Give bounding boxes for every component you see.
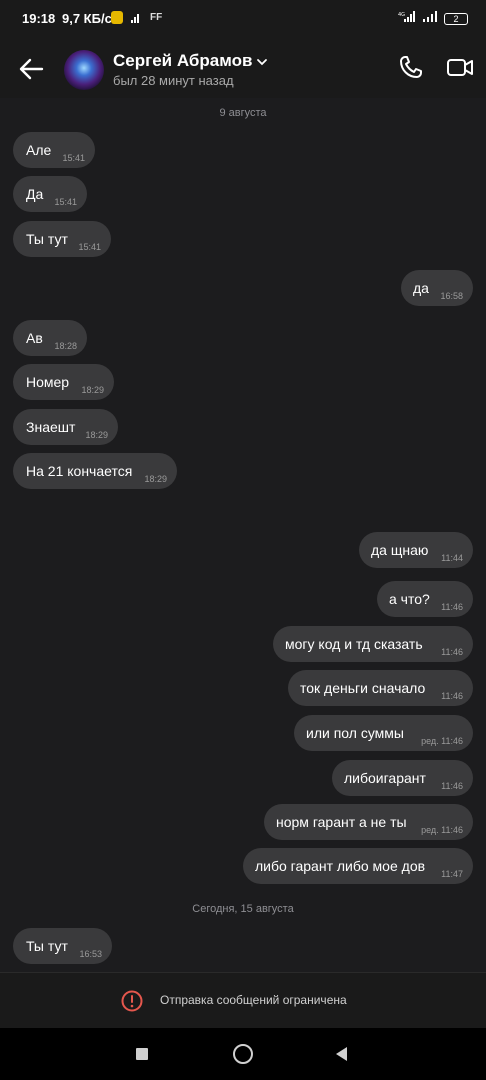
message-time: 11:46 [441, 691, 463, 701]
message-text: норм гарант а не ты [276, 814, 407, 830]
message-text: да [413, 280, 429, 296]
message-bubble-outgoing[interactable]: либоигарант 11:46 [332, 760, 473, 796]
notification-icon [111, 11, 123, 24]
message-time: 18:28 [54, 341, 77, 351]
message-bubble-incoming[interactable]: Але 15:41 [13, 132, 95, 168]
message-bubble-outgoing[interactable]: а что? 11:46 [377, 581, 473, 617]
message-bubble-incoming[interactable]: Номер 18:29 [13, 364, 114, 400]
avatar[interactable] [64, 50, 104, 90]
message-text: Ты тут [26, 231, 68, 247]
message-bubble-outgoing[interactable]: могу код и тд сказать 11:46 [273, 626, 473, 662]
message-bubble-outgoing[interactable]: да щнаю 11:44 [359, 532, 473, 568]
signal-icon-2 [422, 10, 438, 28]
message-text: Ты тут [26, 938, 68, 954]
phone-icon[interactable] [398, 54, 424, 80]
message-bubble-outgoing[interactable]: да 16:58 [401, 270, 473, 306]
system-nav-bar [0, 1028, 486, 1080]
messaging-restricted-bar: Отправка сообщений ограничена [0, 972, 486, 1029]
svg-text:4G: 4G [398, 12, 405, 18]
message-text: могу код и тд сказать [285, 636, 423, 652]
signal-small-icon [130, 11, 142, 29]
message-bubble-incoming[interactable]: Ты тут 15:41 [13, 221, 111, 257]
message-bubble-incoming[interactable]: Да 15:41 [13, 176, 87, 212]
message-time: 18:29 [144, 474, 167, 484]
message-text: да щнаю [371, 542, 429, 558]
date-separator: Сегодня, 15 августа [192, 903, 294, 915]
message-time: 11:46 [441, 781, 463, 791]
message-time: 11:44 [441, 553, 463, 563]
message-text: либоигарант [344, 770, 426, 786]
message-time: 15:41 [62, 153, 85, 163]
message-time: 11:46 [441, 602, 463, 612]
back-button[interactable] [336, 1047, 347, 1061]
contact-name[interactable]: Сергей Абрамов [113, 51, 252, 71]
recent-apps-button[interactable] [136, 1048, 148, 1060]
home-button[interactable] [233, 1044, 253, 1064]
date-separator: 9 августа [219, 107, 267, 119]
video-call-icon[interactable] [446, 54, 474, 80]
message-bubble-incoming[interactable]: Знаешт 18:29 [13, 409, 118, 445]
message-time: ред. 11:46 [421, 825, 463, 835]
restriction-message: Отправка сообщений ограничена [160, 993, 347, 1007]
message-text: или пол суммы [306, 725, 404, 741]
message-text: Ав [26, 330, 43, 346]
message-list[interactable]: 9 августа Але 15:41 Да 15:41 Ты тут 15:4… [0, 98, 486, 972]
message-text: ток деньги сначало [300, 680, 426, 696]
message-text: либо гарант либо мое дов [255, 858, 426, 874]
message-text: Номер [26, 374, 70, 390]
message-time: 11:47 [441, 869, 463, 879]
message-bubble-incoming[interactable]: Ав 18:28 [13, 320, 87, 356]
back-arrow-icon[interactable] [18, 56, 44, 82]
message-text: а что? [389, 591, 430, 607]
message-text: Знаешт [26, 419, 76, 435]
signal-icon: 4G [398, 10, 416, 28]
battery-icon: 2 [444, 13, 468, 25]
network-speed: 9,7 КБ/с [62, 11, 112, 26]
chevron-down-icon[interactable] [256, 56, 268, 68]
message-bubble-outgoing[interactable]: ток деньги сначало 11:46 [288, 670, 473, 706]
message-time: 18:29 [85, 430, 108, 440]
message-text: Але [26, 142, 52, 158]
message-time: 11:46 [441, 647, 463, 657]
message-time: 15:41 [54, 197, 77, 207]
status-time: 19:18 [22, 11, 56, 26]
ff-indicator: FF [150, 12, 163, 23]
message-text: На 21 кончается [26, 463, 133, 479]
message-time: 18:29 [81, 385, 104, 395]
message-time: 16:58 [440, 291, 463, 301]
message-bubble-incoming[interactable]: На 21 кончается 18:29 [13, 453, 177, 489]
message-time: ред. 11:46 [421, 736, 463, 746]
message-text: Да [26, 186, 44, 202]
message-bubble-outgoing[interactable]: норм гарант а не ты ред. 11:46 [264, 804, 473, 840]
message-bubble-incoming[interactable]: Ты тут 16:53 [13, 928, 112, 964]
warning-icon [121, 990, 143, 1012]
message-bubble-outgoing[interactable]: или пол суммы ред. 11:46 [294, 715, 473, 751]
last-seen-status: был 28 минут назад [113, 73, 234, 88]
message-time: 15:41 [78, 242, 101, 252]
chat-header: Сергей Абрамов был 28 минут назад [0, 36, 486, 98]
message-time: 16:53 [79, 949, 102, 959]
message-bubble-outgoing[interactable]: либо гарант либо мое дов 11:47 [243, 848, 473, 884]
status-bar: 19:18 9,7 КБ/с FF 4G 2 [0, 0, 486, 36]
